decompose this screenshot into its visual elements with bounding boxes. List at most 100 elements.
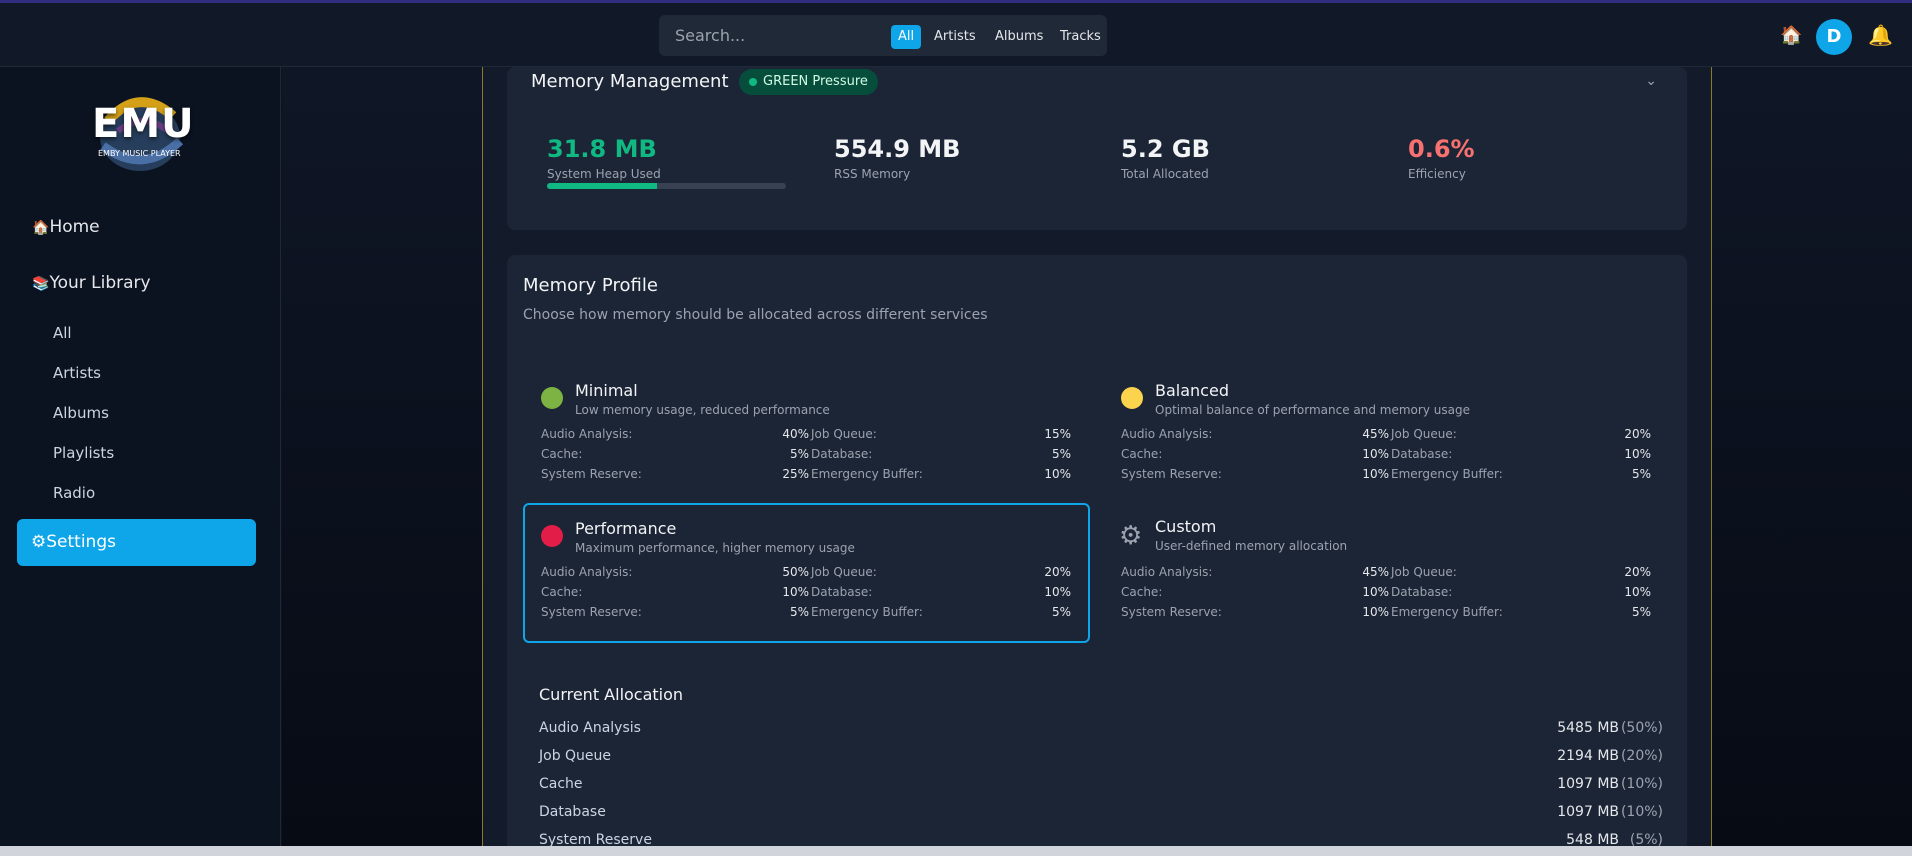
home-icon[interactable]: 🏠 bbox=[1780, 25, 1802, 46]
row-value: 45% bbox=[1362, 427, 1389, 441]
gear-icon: ⚙ bbox=[1119, 521, 1143, 551]
profile-row: System Reserve: 10% Emergency Buffer: 5% bbox=[1121, 605, 1651, 623]
row-label: Database: bbox=[811, 447, 873, 461]
filter-albums[interactable]: Albums bbox=[988, 25, 1050, 49]
table-row: Audio Analysis 5485 MB (50%) bbox=[539, 720, 1663, 742]
library-icon: 📚 bbox=[32, 276, 50, 292]
memory-management-title: Memory Management bbox=[531, 71, 729, 92]
sidebar-item-settings[interactable]: ⚙Settings bbox=[17, 519, 256, 566]
alloc-mb: 2194 MB bbox=[1557, 748, 1619, 764]
filter-all[interactable]: All bbox=[891, 25, 922, 49]
profile-row: System Reserve: 25% Emergency Buffer: 10% bbox=[541, 467, 1071, 485]
sidebar-item-label: Settings bbox=[46, 532, 116, 552]
row-value: 10% bbox=[1362, 585, 1389, 599]
row-value: 5% bbox=[1051, 447, 1071, 461]
row-label: Audio Analysis: bbox=[541, 565, 633, 579]
row-value: 40% bbox=[782, 427, 809, 441]
profile-minimal[interactable]: Minimal Low memory usage, reduced perfor… bbox=[523, 365, 1090, 505]
rss-value: 554.9 MB bbox=[834, 135, 961, 163]
logo-text: EMU bbox=[92, 101, 195, 147]
profile-performance[interactable]: Performance Maximum performance, higher … bbox=[523, 503, 1090, 643]
sidebar-item-radio[interactable]: Radio bbox=[53, 484, 95, 502]
table-row: Job Queue 2194 MB (20%) bbox=[539, 748, 1663, 770]
profile-name: Minimal bbox=[575, 381, 638, 400]
search-box: All Artists Albums Tracks bbox=[659, 15, 1107, 56]
logo-subtitle: EMBY MUSIC PLAYER bbox=[98, 149, 181, 158]
total-value: 5.2 GB bbox=[1121, 135, 1210, 163]
profile-desc: Maximum performance, higher memory usage bbox=[575, 541, 855, 555]
current-allocation-title: Current Allocation bbox=[539, 685, 684, 704]
filter-tracks[interactable]: Tracks bbox=[1053, 25, 1108, 49]
row-label: System Reserve: bbox=[1121, 467, 1222, 481]
heap-value: 31.8 MB bbox=[547, 135, 657, 163]
profile-name: Custom bbox=[1155, 517, 1217, 536]
row-label: Job Queue: bbox=[1391, 427, 1457, 441]
memory-profile-subtitle: Choose how memory should be allocated ac… bbox=[523, 307, 988, 323]
row-label: Database: bbox=[811, 585, 873, 599]
profile-name: Performance bbox=[575, 519, 677, 538]
profile-custom[interactable]: ⚙ Custom User-defined memory allocation … bbox=[1103, 503, 1670, 643]
row-value: 15% bbox=[1044, 427, 1071, 441]
yellow-dot-icon bbox=[1121, 387, 1143, 409]
row-label: System Reserve: bbox=[541, 605, 642, 619]
row-label: Cache: bbox=[541, 447, 583, 461]
row-value: 10% bbox=[1362, 467, 1389, 481]
row-label: Audio Analysis: bbox=[1121, 565, 1213, 579]
chevron-down-icon[interactable]: ⌄ bbox=[1645, 73, 1657, 89]
filter-artists[interactable]: Artists bbox=[927, 25, 983, 49]
row-value: 10% bbox=[1362, 447, 1389, 461]
sidebar-item-all[interactable]: All bbox=[53, 324, 72, 342]
sidebar-item-home[interactable]: 🏠Home bbox=[32, 217, 100, 237]
sidebar-item-label: Home bbox=[49, 217, 100, 237]
profile-row: Cache: 5% Database: 5% bbox=[541, 447, 1071, 465]
profile-balanced[interactable]: Balanced Optimal balance of performance … bbox=[1103, 365, 1670, 505]
row-value: 20% bbox=[1624, 565, 1651, 579]
profile-desc: Optimal balance of performance and memor… bbox=[1155, 403, 1470, 417]
efficiency-label: Efficiency bbox=[1408, 167, 1466, 181]
row-label: Cache: bbox=[541, 585, 583, 599]
sidebar-item-label: Your Library bbox=[49, 273, 151, 293]
row-value: 10% bbox=[1624, 585, 1651, 599]
memory-profile-title: Memory Profile bbox=[523, 275, 658, 296]
profile-row: System Reserve: 5% Emergency Buffer: 5% bbox=[541, 605, 1071, 623]
alloc-name: Audio Analysis bbox=[539, 720, 641, 736]
alloc-percent: (10%) bbox=[1620, 804, 1663, 820]
row-value: 10% bbox=[782, 585, 809, 599]
heap-label: System Heap Used bbox=[547, 167, 661, 181]
row-value: 10% bbox=[1044, 585, 1071, 599]
row-label: Audio Analysis: bbox=[541, 427, 633, 441]
profile-row: Audio Analysis: 40% Job Queue: 15% bbox=[541, 427, 1071, 445]
alloc-name: Job Queue bbox=[539, 748, 612, 764]
bell-icon[interactable]: 🔔 bbox=[1868, 23, 1893, 47]
row-value: 45% bbox=[1362, 565, 1389, 579]
profile-row: Audio Analysis: 50% Job Queue: 20% bbox=[541, 565, 1071, 583]
row-label: Audio Analysis: bbox=[1121, 427, 1213, 441]
status-dot-icon bbox=[749, 78, 757, 86]
row-value: 10% bbox=[1624, 447, 1651, 461]
row-label: Database: bbox=[1391, 447, 1453, 461]
rss-label: RSS Memory bbox=[834, 167, 911, 181]
gear-icon: ⚙ bbox=[31, 532, 47, 552]
row-label: Cache: bbox=[1121, 447, 1163, 461]
total-label: Total Allocated bbox=[1121, 167, 1209, 181]
row-label: Emergency Buffer: bbox=[1391, 467, 1503, 481]
profile-row: Cache: 10% Database: 10% bbox=[1121, 585, 1651, 603]
alloc-percent: (10%) bbox=[1620, 776, 1663, 792]
avatar[interactable]: D bbox=[1816, 19, 1852, 55]
app-logo[interactable]: EMU EMBY MUSIC PLAYER bbox=[88, 91, 194, 171]
profile-desc: Low memory usage, reduced performance bbox=[575, 403, 830, 417]
alloc-percent: (20%) bbox=[1620, 748, 1663, 764]
row-label: System Reserve: bbox=[1121, 605, 1222, 619]
sidebar-item-albums[interactable]: Albums bbox=[53, 404, 109, 422]
sidebar-item-playlists[interactable]: Playlists bbox=[53, 444, 114, 462]
profile-desc: User-defined memory allocation bbox=[1155, 539, 1348, 553]
heap-progress-fill bbox=[547, 183, 657, 189]
horizontal-scrollbar[interactable] bbox=[0, 846, 1912, 856]
alloc-mb: 1097 MB bbox=[1557, 776, 1619, 792]
sidebar-item-library[interactable]: 📚Your Library bbox=[32, 273, 151, 293]
sidebar: EMU EMBY MUSIC PLAYER 🏠Home 📚Your Librar… bbox=[0, 67, 281, 847]
sidebar-item-artists[interactable]: Artists bbox=[53, 364, 101, 382]
alloc-name: Cache bbox=[539, 776, 583, 792]
search-input[interactable] bbox=[675, 15, 895, 56]
memory-management-card: Memory Management GREEN Pressure ⌄ 31.8 … bbox=[507, 67, 1687, 230]
